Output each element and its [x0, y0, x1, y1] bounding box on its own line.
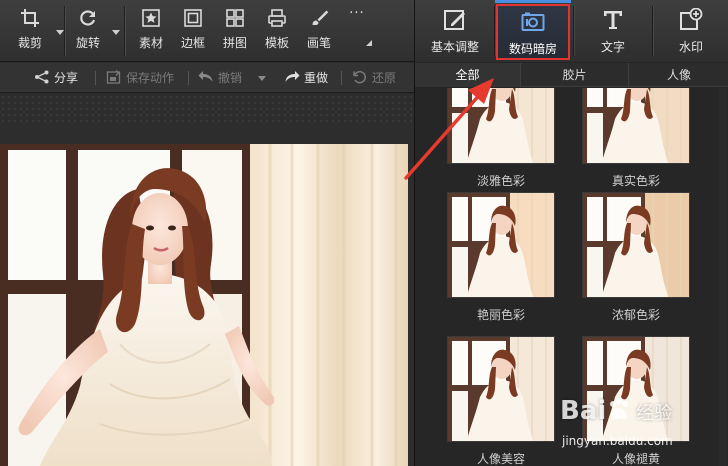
active-tab-indicator [495, 0, 571, 3]
material-button[interactable]: 素材 [131, 8, 171, 58]
material-label: 素材 [138, 36, 163, 50]
filter-item[interactable]: 浓郁色彩 [582, 192, 690, 323]
filter-thumbnail[interactable] [582, 88, 690, 164]
restore-icon [352, 65, 368, 84]
crop-button[interactable]: 裁剪 [10, 8, 50, 58]
filter-thumbnail[interactable] [582, 192, 690, 298]
more-button[interactable]: ··· [337, 6, 377, 56]
jingyan-text: 经验 [636, 403, 673, 424]
watermark-url: jingyan.baidu.com [562, 434, 673, 448]
brush-label: 画笔 [306, 36, 331, 50]
canvas-background [0, 94, 414, 124]
more-label: ··· [349, 6, 365, 21]
baidu-jingyan-watermark: Bai 经验 jingyan.baidu.com [560, 396, 726, 464]
text-icon [601, 8, 625, 32]
action-divider [341, 71, 342, 85]
save-action-icon [106, 65, 122, 84]
baidu-logo: Bai 经验 [560, 396, 672, 432]
tab-digital-darkroom-label: 数码暗房 [508, 42, 557, 56]
rotate-dropdown-icon[interactable] [112, 30, 120, 35]
collage-button[interactable]: 拼图 [215, 8, 255, 58]
tab-digital-darkroom[interactable]: 数码暗房 [496, 4, 570, 60]
filter-name: 人像美容 [476, 452, 525, 466]
share-button[interactable]: 分享 [34, 63, 78, 93]
editing-photo[interactable] [0, 144, 408, 466]
adjust-icon [443, 8, 467, 32]
toolbar-divider [64, 6, 65, 56]
filter-name: 艳丽色彩 [476, 308, 525, 322]
filter-item[interactable]: 真实色彩 [582, 88, 690, 189]
crop-dropdown-icon[interactable] [56, 30, 64, 35]
border-label: 边框 [180, 36, 205, 50]
filter-item[interactable]: 人像美容 [447, 336, 555, 466]
template-label: 模板 [264, 36, 289, 50]
tab-basic-adjust-label: 基本调整 [430, 40, 479, 54]
restore-button[interactable]: 还原 [352, 63, 396, 93]
grid-icon [225, 8, 245, 28]
action-divider [188, 71, 189, 85]
undo-dropdown-icon[interactable] [258, 76, 266, 81]
tab-divider [573, 6, 574, 56]
camera-icon [521, 10, 545, 34]
share-label: 分享 [54, 71, 79, 85]
filter-item[interactable]: 淡雅色彩 [447, 88, 555, 189]
redo-icon [284, 65, 300, 82]
undo-button[interactable]: 撤销 [198, 63, 242, 93]
tab-text-label: 文字 [600, 40, 625, 54]
filter-thumbnail[interactable] [447, 336, 555, 442]
collage-label: 拼图 [222, 36, 247, 50]
baidu-logo-text: Bai [560, 396, 607, 426]
paw-icon [606, 397, 632, 423]
tab-divider [652, 6, 653, 56]
share-icon [34, 65, 50, 84]
subtab-all[interactable]: 全部 [415, 63, 521, 87]
undo-label: 撤销 [218, 71, 243, 85]
expand-corner-icon[interactable] [366, 40, 372, 46]
filter-name: 真实色彩 [611, 174, 660, 188]
redo-label: 重做 [304, 71, 329, 85]
rotate-icon [78, 8, 98, 28]
undo-icon [198, 65, 214, 82]
crop-label: 裁剪 [17, 36, 42, 50]
template-button[interactable]: 模板 [257, 8, 297, 58]
main-toolbar: 裁剪 旋转 素材 边框 拼图 模板 画笔 ··· [0, 0, 414, 62]
border-button[interactable]: 边框 [173, 8, 213, 58]
restore-label: 还原 [372, 71, 397, 85]
tab-divider [494, 6, 495, 56]
filter-thumbnail[interactable] [447, 192, 555, 298]
action-divider [95, 71, 96, 85]
rotate-button[interactable]: 旋转 [68, 8, 108, 58]
save-action-label: 保存动作 [126, 71, 175, 85]
tab-basic-adjust[interactable]: 基本调整 [417, 4, 493, 60]
toolbar-divider [124, 6, 125, 56]
star-icon [141, 8, 161, 28]
watermark-icon [679, 7, 703, 32]
subtab-portrait[interactable]: 人像 [629, 63, 728, 87]
printer-icon [267, 8, 287, 28]
subtab-film[interactable]: 胶片 [521, 63, 629, 87]
filter-name: 浓郁色彩 [611, 308, 660, 322]
brush-icon [309, 8, 329, 28]
filter-thumbnail[interactable] [447, 88, 555, 164]
tab-text[interactable]: 文字 [575, 4, 651, 60]
right-panel-tabs: 基本调整 数码暗房 文字 水印 [415, 0, 728, 62]
rotate-label: 旋转 [75, 36, 100, 50]
filter-category-tabs: 全部 胶片 人像 [415, 63, 728, 87]
editing-canvas[interactable] [0, 94, 414, 466]
filter-name: 淡雅色彩 [476, 174, 525, 188]
action-bar: 分享 保存动作 撤销 重做 还原 [0, 63, 414, 93]
tab-watermark[interactable]: 水印 [655, 4, 727, 60]
tab-watermark-label: 水印 [678, 40, 703, 54]
brush-button[interactable]: 画笔 [299, 8, 339, 58]
filter-item[interactable]: 艳丽色彩 [447, 192, 555, 323]
redo-button[interactable]: 重做 [284, 63, 328, 93]
crop-icon [20, 8, 40, 28]
save-action-button[interactable]: 保存动作 [106, 63, 174, 93]
frame-icon [183, 8, 203, 28]
photo-editor-window: 裁剪 旋转 素材 边框 拼图 模板 画笔 ··· 分享 保存动作 撤销 重做 还… [0, 0, 728, 466]
